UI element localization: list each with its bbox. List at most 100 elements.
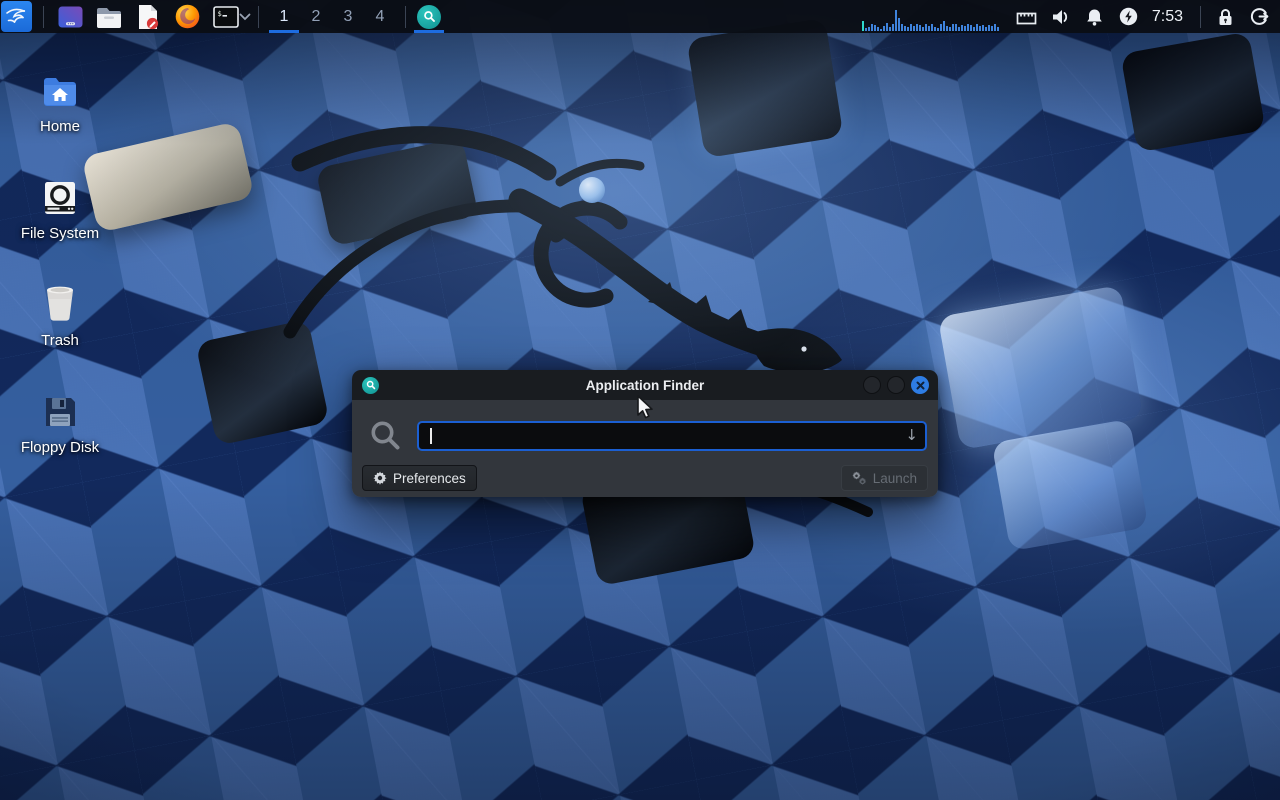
terminal-icon: $ bbox=[213, 6, 239, 28]
button-row: Preferences Launch bbox=[362, 465, 928, 491]
cpu-bar bbox=[922, 27, 924, 31]
text-caret bbox=[430, 428, 432, 444]
search-input[interactable] bbox=[417, 421, 927, 451]
power-manager-icon bbox=[1119, 7, 1138, 26]
cpu-bar bbox=[964, 26, 966, 31]
window-body: ↓ Preferences Launch bbox=[352, 400, 938, 497]
desktop-icon-label: Trash bbox=[41, 332, 79, 349]
cpu-bar bbox=[916, 24, 918, 31]
cpu-bar bbox=[997, 27, 999, 31]
file-manager-icon bbox=[96, 6, 122, 28]
window-titlebar[interactable]: Application Finder bbox=[352, 370, 938, 400]
network-tray-button[interactable] bbox=[1010, 0, 1044, 33]
launcher-terminal[interactable]: $ bbox=[213, 4, 239, 30]
minimize-button[interactable] bbox=[863, 376, 881, 394]
desktop-icon-floppy[interactable]: Floppy Disk bbox=[12, 375, 108, 482]
svg-text:$: $ bbox=[218, 10, 222, 18]
application-finder-icon bbox=[417, 5, 441, 29]
running-window-indicator bbox=[414, 30, 444, 33]
cpu-bar bbox=[979, 26, 981, 31]
cpu-bar bbox=[931, 24, 933, 31]
cpu-bar bbox=[919, 25, 921, 31]
cpu-bar bbox=[898, 18, 900, 31]
desktop-icon-label: Home bbox=[40, 118, 80, 135]
desktop-icon-column: Home File System Trash bbox=[12, 54, 108, 482]
application-finder-window: Application Finder ↓ bbox=[352, 370, 938, 497]
cpu-graph[interactable] bbox=[862, 0, 1004, 33]
cpu-bar bbox=[946, 26, 948, 31]
cpu-bar bbox=[937, 28, 939, 31]
cpu-bar bbox=[988, 25, 990, 31]
kali-dragon-icon bbox=[4, 4, 29, 29]
cpu-bar bbox=[994, 24, 996, 31]
cpu-bar bbox=[874, 25, 876, 31]
taskbar-application-finder[interactable] bbox=[413, 0, 445, 33]
cpu-bar bbox=[958, 27, 960, 31]
cpu-bar bbox=[973, 27, 975, 31]
launch-button[interactable]: Launch bbox=[841, 465, 928, 491]
preferences-button[interactable]: Preferences bbox=[362, 465, 477, 491]
screen-lock-icon bbox=[1217, 8, 1234, 26]
search-input-wrap: ↓ bbox=[417, 421, 927, 451]
power-manager-tray-button[interactable] bbox=[1112, 0, 1146, 33]
cpu-bar bbox=[949, 27, 951, 31]
panel-separator bbox=[43, 6, 44, 28]
applications-menu-button[interactable] bbox=[1, 1, 32, 32]
screen-lock-button[interactable] bbox=[1208, 0, 1242, 33]
chevron-down-icon bbox=[239, 13, 251, 21]
launcher-desktop-app[interactable] bbox=[57, 4, 83, 30]
gear-icon bbox=[373, 471, 387, 485]
launcher-firefox[interactable] bbox=[174, 4, 200, 30]
filesystem-drive-icon bbox=[43, 169, 77, 215]
workspace-label: 1 bbox=[280, 8, 289, 26]
cpu-bar bbox=[955, 24, 957, 31]
workspace-1[interactable]: 1 bbox=[268, 0, 300, 33]
floppy-disk-icon bbox=[43, 383, 77, 429]
cpu-bar bbox=[880, 29, 882, 31]
workspace-3[interactable]: 3 bbox=[332, 0, 364, 33]
workspace-label: 2 bbox=[312, 8, 321, 26]
panel-launchers: $ bbox=[57, 4, 239, 30]
desktop-icon-filesystem[interactable]: File System bbox=[12, 161, 108, 268]
launcher-text-editor[interactable] bbox=[135, 4, 161, 30]
logout-button[interactable] bbox=[1242, 0, 1276, 33]
terminal-dropdown-button[interactable] bbox=[239, 13, 251, 21]
panel-tray: 7:53 bbox=[862, 0, 1280, 33]
panel-separator bbox=[1200, 6, 1201, 28]
cpu-bar bbox=[889, 27, 891, 31]
cpu-bar bbox=[871, 24, 873, 31]
search-row: ↓ bbox=[362, 419, 928, 452]
cpu-bar bbox=[961, 25, 963, 31]
panel-separator bbox=[405, 6, 406, 28]
top-panel: $ 1 2 3 4 bbox=[0, 0, 1280, 33]
cpu-bar bbox=[934, 27, 936, 31]
cpu-bar bbox=[907, 27, 909, 31]
cpu-bar bbox=[985, 27, 987, 31]
panel-separator bbox=[258, 6, 259, 28]
workspace-indicator bbox=[333, 30, 363, 33]
volume-tray-button[interactable] bbox=[1044, 0, 1078, 33]
workspace-switcher: 1 2 3 4 bbox=[268, 0, 396, 33]
cpu-bar bbox=[940, 24, 942, 31]
window-controls bbox=[863, 376, 929, 394]
cpu-bar bbox=[928, 26, 930, 31]
trash-icon bbox=[41, 276, 79, 322]
panel-clock[interactable]: 7:53 bbox=[1152, 8, 1183, 26]
notifications-bell-icon bbox=[1086, 8, 1103, 26]
maximize-button[interactable] bbox=[887, 376, 905, 394]
close-button[interactable] bbox=[911, 376, 929, 394]
home-folder-icon bbox=[42, 62, 78, 108]
window-title: Application Finder bbox=[352, 378, 938, 393]
desktop-icon-home[interactable]: Home bbox=[12, 54, 108, 161]
cpu-bar bbox=[982, 25, 984, 31]
desktop-icon-trash[interactable]: Trash bbox=[12, 268, 108, 375]
launcher-file-manager[interactable] bbox=[96, 4, 122, 30]
cpu-bar bbox=[967, 24, 969, 31]
launch-label: Launch bbox=[873, 471, 917, 486]
text-editor-icon bbox=[137, 4, 159, 30]
workspace-4[interactable]: 4 bbox=[364, 0, 396, 33]
notifications-tray-button[interactable] bbox=[1078, 0, 1112, 33]
cpu-bar bbox=[991, 26, 993, 31]
workspace-2[interactable]: 2 bbox=[300, 0, 332, 33]
cpu-bar bbox=[868, 27, 870, 31]
